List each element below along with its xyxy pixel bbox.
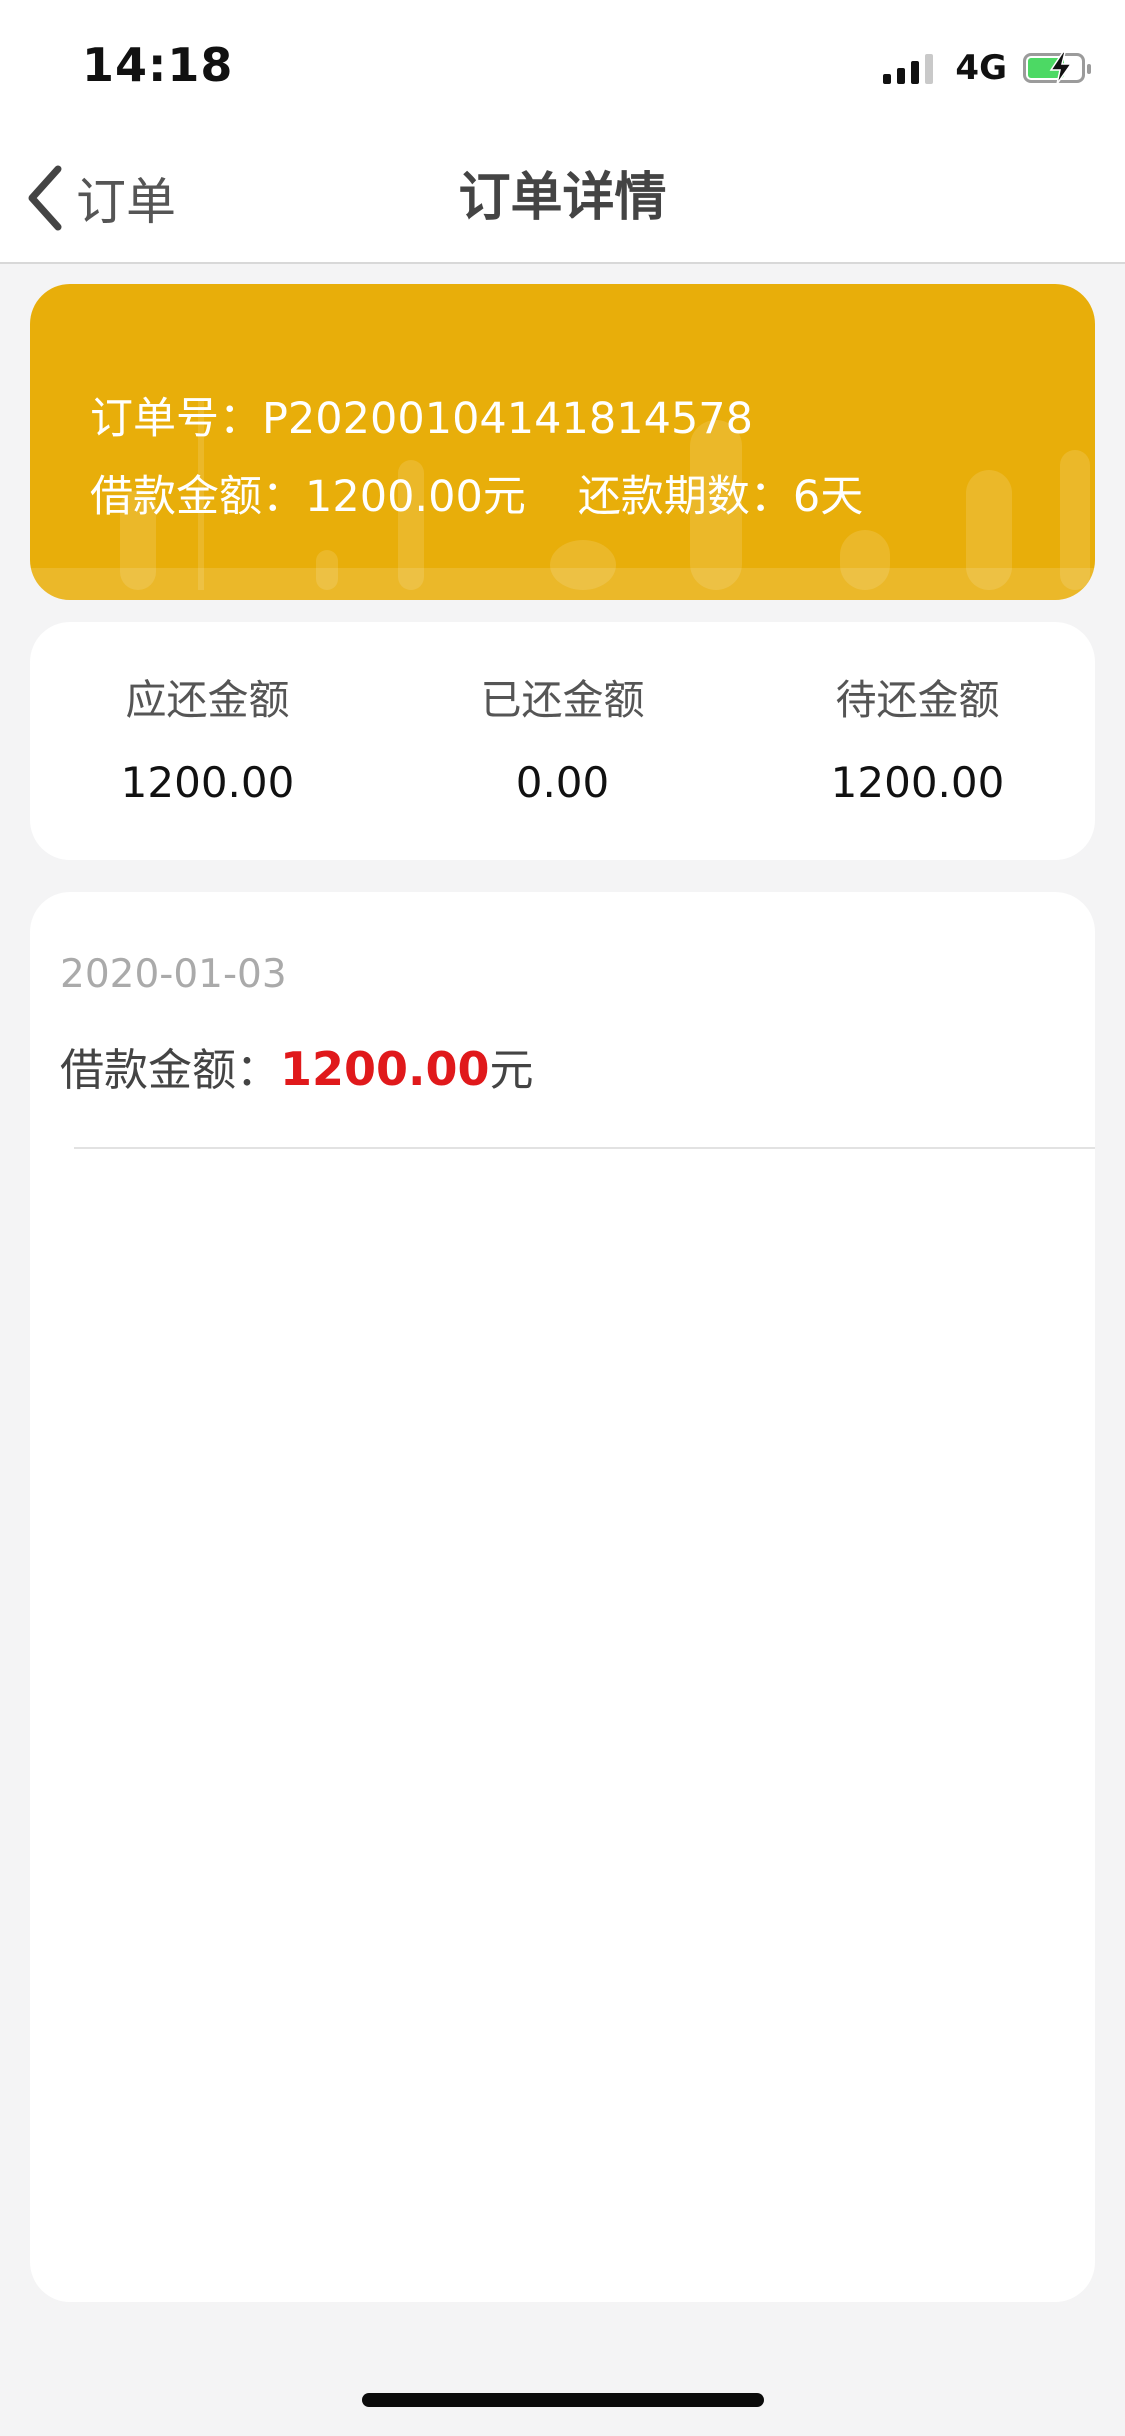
status-indicators: 4G bbox=[883, 48, 1091, 88]
summary-paid-value: 0.00 bbox=[515, 758, 610, 807]
charging-bolt-icon bbox=[1049, 52, 1073, 84]
record-divider bbox=[74, 1147, 1095, 1149]
summary-pending: 待还金额 1200.00 bbox=[740, 622, 1095, 860]
battery-icon bbox=[1023, 52, 1091, 84]
repayment-summary-card: 应还金额 1200.00 已还金额 0.00 待还金额 1200.00 bbox=[30, 622, 1095, 860]
summary-paid: 已还金额 0.00 bbox=[385, 622, 740, 860]
record-amount-unit: 元 bbox=[489, 1045, 534, 1096]
summary-due-label: 应还金额 bbox=[125, 676, 290, 724]
order-number: P20200104141814578 bbox=[262, 394, 754, 444]
summary-pending-label: 待还金额 bbox=[835, 676, 1000, 724]
loan-amount: 1200.00 bbox=[305, 472, 483, 522]
loan-unit: 元 bbox=[482, 472, 526, 522]
signal-icon bbox=[883, 52, 934, 84]
repay-period-value: 6 bbox=[792, 472, 821, 522]
repay-period-unit: 天 bbox=[820, 472, 864, 522]
repay-period-label: 还款期数： bbox=[577, 472, 793, 522]
home-indicator[interactable] bbox=[362, 2393, 764, 2407]
summary-due: 应还金额 1200.00 bbox=[30, 622, 385, 860]
order-number-label: 订单号： bbox=[90, 394, 262, 444]
navigation-bar: 订单 订单详情 bbox=[0, 132, 1125, 264]
summary-due-value: 1200.00 bbox=[120, 758, 295, 807]
record-date: 2020-01-03 bbox=[60, 952, 287, 997]
order-number-line: 订单号：P20200104141814578 bbox=[90, 384, 753, 446]
status-time: 14:18 bbox=[82, 38, 234, 92]
loan-amount-label: 借款金额： bbox=[90, 472, 305, 522]
order-loan-line: 借款金额：1200.00元 还款期数：6天 bbox=[90, 462, 863, 524]
record-amount-line: 借款金额：1200.00元 bbox=[60, 1034, 534, 1098]
loan-records-card: 2020-01-03 借款金额：1200.00元 bbox=[30, 892, 1095, 2302]
summary-paid-label: 已还金额 bbox=[480, 676, 645, 724]
network-type: 4G bbox=[955, 48, 1007, 88]
record-amount-value: 1200.00 bbox=[280, 1042, 490, 1096]
summary-pending-value: 1200.00 bbox=[830, 758, 1005, 807]
page-title: 订单详情 bbox=[458, 168, 667, 228]
record-amount-label: 借款金额： bbox=[60, 1045, 280, 1096]
status-bar: 14:18 4G bbox=[0, 0, 1125, 132]
order-info-card: 订单号：P20200104141814578 借款金额：1200.00元 还款期数… bbox=[30, 284, 1095, 600]
